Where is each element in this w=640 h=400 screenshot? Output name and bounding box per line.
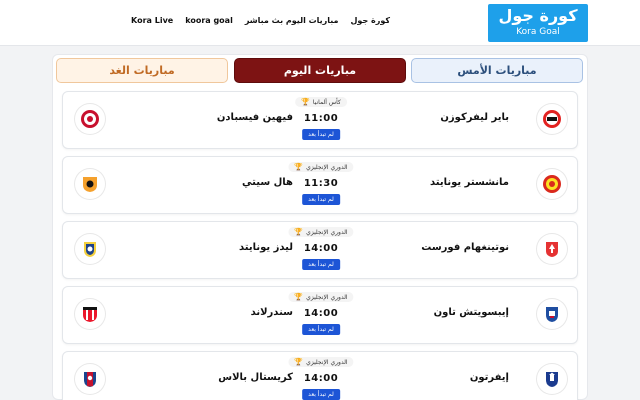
competition-name: كأس ألمانيا (312, 98, 341, 106)
trophy-icon: 🏆 (294, 293, 304, 301)
status-badge: لم تبدأ بعد (302, 259, 340, 270)
logo-arabic: كورة جول (498, 6, 578, 25)
home-team-name: إيفرتون (469, 372, 509, 383)
home-team-name: نوتينغهام فورست (421, 242, 509, 253)
match-time: 14:00 (303, 308, 339, 319)
nav-link-kora-live[interactable]: Kora Live (131, 16, 173, 25)
competition-name: الدوري الإنجليزي (306, 293, 348, 301)
status-badge: لم تبدأ بعد (302, 324, 340, 335)
wehen-wiesbaden-crest (75, 104, 105, 134)
trophy-icon: 🏆 (294, 358, 304, 366)
match-card[interactable]: نوتينغهام فورست 🏆 الدوري الإنجليزي 14:00 … (62, 221, 578, 279)
match-time: 14:00 (303, 243, 339, 254)
away-team-name: سندرلاند (153, 307, 293, 318)
logo-english: Kora Goal (516, 27, 560, 37)
competition-name: الدوري الإنجليزي (306, 163, 348, 171)
trophy-icon: 🏆 (294, 163, 304, 171)
status-badge: لم تبدأ بعد (302, 389, 340, 400)
trophy-icon: 🏆 (294, 228, 304, 236)
ipswich-town-crest (537, 299, 567, 329)
away-team-name: كريستال بالاس (153, 372, 293, 383)
site-logo[interactable]: كورة جول Kora Goal (488, 4, 588, 42)
nottingham-forest-crest (537, 234, 567, 264)
bayer-leverkusen-crest (537, 104, 567, 134)
competition-name: الدوري الإنجليزي (306, 228, 348, 236)
away-team-label: ليدز يونايتد (239, 242, 293, 253)
away-team-label: سندرلاند (250, 307, 293, 318)
home-team-name: باير ليفركوزن (440, 112, 509, 123)
tab-today[interactable]: مباريات اليوم (234, 58, 406, 83)
competition-badge: 🏆 الدوري الإنجليزي (288, 227, 354, 237)
tab-yesterday[interactable]: مباريات الأمس (411, 58, 583, 83)
status-badge: لم تبدأ بعد (302, 194, 340, 205)
away-team-label: كريستال بالاس (218, 372, 293, 383)
match-time: 14:00 (303, 373, 339, 384)
match-card[interactable]: إيفرتون 🏆 الدوري الإنجليزي 14:00 لم تبدأ … (62, 351, 578, 400)
competition-name: الدوري الإنجليزي (306, 358, 348, 366)
match-time: 11:30 (303, 178, 339, 189)
nav-link-koora-goal[interactable]: koora goal (185, 16, 233, 25)
nav-link-today-live[interactable]: مباريات اليوم بث مباشر (245, 16, 339, 25)
man-united-crest (537, 169, 567, 199)
site-header: كورة جول Kora Goal كورة جول مباريات اليو… (0, 0, 640, 46)
sunderland-crest (75, 299, 105, 329)
away-team-name: ليدز يونايتد (153, 242, 293, 253)
crystal-palace-crest (75, 364, 105, 394)
home-team-name: مانشستر يونايتد (430, 177, 509, 188)
match-time: 11:00 (303, 113, 339, 124)
competition-badge: 🏆 الدوري الإنجليزي (288, 357, 354, 367)
leeds-united-crest (75, 234, 105, 264)
away-team-label: هال سيتي (242, 177, 293, 188)
away-team-name: فيهين فيسبادن (153, 112, 293, 123)
hull-city-crest (75, 169, 105, 199)
status-badge: لم تبدأ بعد (302, 129, 340, 140)
competition-badge: 🏆 كأس ألمانيا (295, 97, 347, 107)
match-card[interactable]: إيبسويتش تاون 🏆 الدوري الإنجليزي 14:00 لم… (62, 286, 578, 344)
match-card[interactable]: مانشستر يونايتد 🏆 الدوري الإنجليزي 11:30 … (62, 156, 578, 214)
nav-link-koora-goal-ar[interactable]: كورة جول (350, 16, 390, 25)
tab-tomorrow[interactable]: مباريات الغد (56, 58, 228, 83)
trophy-icon: 🏆 (301, 98, 310, 106)
competition-badge: 🏆 الدوري الإنجليزي (288, 162, 354, 172)
main-nav: كورة جول مباريات اليوم بث مباشر koora go… (131, 16, 390, 25)
competition-badge: 🏆 الدوري الإنجليزي (288, 292, 354, 302)
away-team-name: هال سيتي (153, 177, 293, 188)
home-team-name: إيبسويتش تاون (433, 307, 509, 318)
match-card[interactable]: باير ليفركوزن 🏆 كأس ألمانيا 11:00 لم تبدأ… (62, 91, 578, 149)
everton-crest (537, 364, 567, 394)
away-team-label: فيهين فيسبادن (216, 112, 293, 123)
